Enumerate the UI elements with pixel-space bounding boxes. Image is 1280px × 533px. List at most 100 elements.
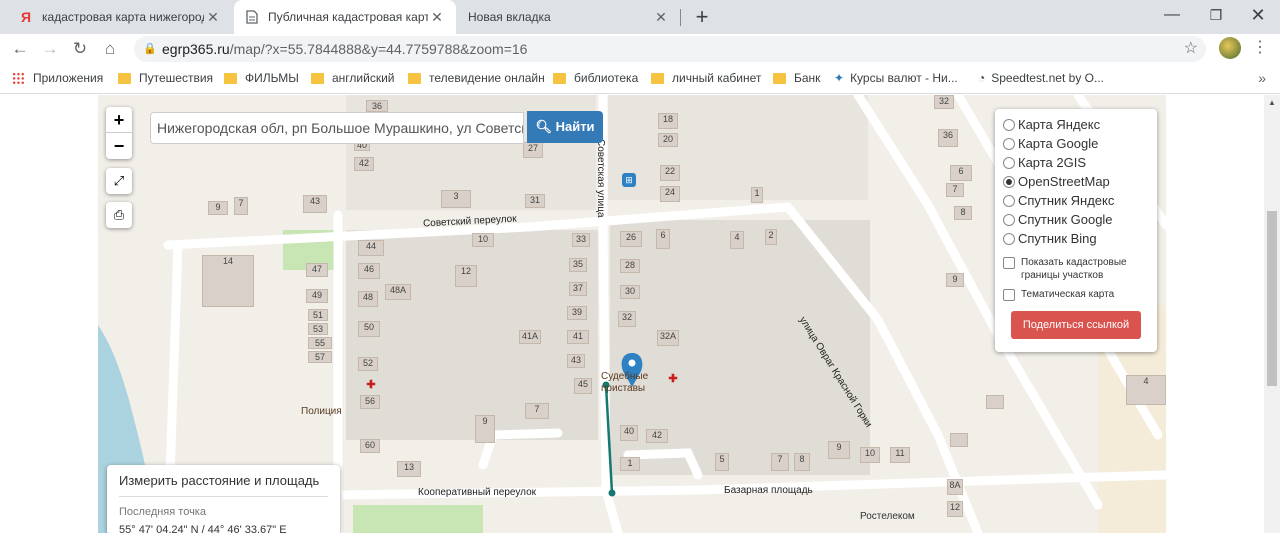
bookmark-library[interactable]: библиотека (553, 71, 638, 85)
zoom-in-button[interactable]: + (106, 107, 132, 133)
scroll-up-icon[interactable]: ▲ (1268, 98, 1276, 107)
building-56: 56 (360, 395, 380, 409)
home-icon[interactable]: ⌂ (98, 37, 122, 61)
tab-yandex-cadastral[interactable]: Я кадастровая карта нижегородс ✕ (8, 0, 232, 34)
layer-google-map[interactable]: Карта Google (1003, 134, 1149, 153)
reload-icon[interactable]: ↻ (68, 37, 92, 61)
street-sovetskaya: Советская улица (595, 139, 606, 218)
scroll-thumb[interactable] (1267, 211, 1277, 386)
building-45: 45 (574, 378, 592, 394)
apps-grid-icon (12, 71, 25, 85)
bookmark-bank[interactable]: Банк (773, 71, 820, 85)
building-20c: 4 (1126, 375, 1166, 405)
building-7b: 7 (525, 403, 549, 419)
map-canvas[interactable]: 36 40 42 43 44 46 47 48А 48 49 50 51 53 … (98, 95, 1166, 533)
new-tab-button[interactable]: + (688, 4, 716, 30)
building-26: 26 (620, 231, 642, 247)
close-icon[interactable]: ✕ (428, 9, 446, 26)
bookmark-english[interactable]: английский (311, 71, 394, 85)
url-field[interactable]: 🔒 egrp365.ru/map/?x=55.7844888&y=44.7759… (134, 36, 1206, 62)
building-32: 32 (618, 311, 636, 327)
building-5: 5 (715, 453, 729, 471)
bookmark-apps[interactable]: Приложения (12, 71, 103, 85)
show-borders-option[interactable]: Показать кадастровые границы участков (1003, 256, 1149, 282)
building-7c: 7 (771, 453, 789, 471)
radio[interactable] (1003, 156, 1015, 169)
zoom-out-button[interactable]: − (106, 133, 132, 159)
measure-title[interactable]: Измерить расстояние и площадь (119, 473, 328, 497)
profile-avatar[interactable] (1219, 37, 1241, 59)
find-button[interactable]: 🔍︎ Найти (527, 111, 603, 143)
folder-icon (118, 72, 131, 84)
building-11c: 11 (890, 447, 910, 463)
bookmark-currency[interactable]: ✦ Курсы валют - Ни... (834, 71, 958, 85)
building-35: 35 (569, 258, 587, 272)
tab-title: кадастровая карта нижегородс (42, 10, 204, 24)
bookmark-label: английский (332, 71, 395, 85)
building-1a: 1 (751, 187, 763, 203)
bookmark-films[interactable]: ФИЛЬМЫ (224, 71, 299, 85)
bookmarks-more-button[interactable]: » (1258, 70, 1266, 86)
radio-selected[interactable] (1003, 175, 1015, 188)
layer-yandex-sat[interactable]: Спутник Яндекс (1003, 191, 1149, 210)
forward-icon[interactable]: → (38, 37, 62, 61)
print-icon[interactable]: ⎙ (106, 202, 132, 228)
menu-icon[interactable]: ⋮ (1252, 37, 1268, 57)
minimize-icon[interactable]: — (1150, 0, 1194, 30)
thematic-map-option[interactable]: Тематическая карта (1003, 288, 1149, 301)
close-icon[interactable]: ✕ (204, 9, 222, 26)
building-51: 51 (308, 309, 328, 321)
address-search-input[interactable]: Нижегородская обл, рп Большое Мурашкино,… (150, 112, 524, 144)
bookmark-tv[interactable]: телевидение онлайн (408, 71, 545, 85)
layer-yandex-map[interactable]: Карта Яндекс (1003, 115, 1149, 134)
layer-osm[interactable]: OpenStreetMap (1003, 172, 1149, 191)
currency-icon: ✦ (834, 71, 845, 85)
bookmark-label: Курсы валют - Ни... (850, 71, 958, 85)
radio[interactable] (1003, 194, 1015, 207)
building-47: 47 (306, 263, 328, 277)
radio[interactable] (1003, 213, 1015, 226)
building-41: 41 (567, 330, 589, 344)
last-point-label: Последняя точка (119, 506, 206, 518)
checkbox[interactable] (1003, 257, 1015, 269)
building-33: 33 (572, 233, 590, 247)
page-viewport: 36 40 42 43 44 46 47 48А 48 49 50 51 53 … (0, 95, 1280, 533)
url-domain: egrp365.ru (162, 41, 230, 57)
radio[interactable] (1003, 118, 1015, 131)
back-icon[interactable]: ← (8, 37, 32, 61)
star-icon[interactable]: ☆ (1184, 36, 1198, 62)
radio[interactable] (1003, 137, 1015, 150)
folder-icon (311, 72, 324, 84)
bookmark-label: Приложения (33, 71, 104, 85)
restore-icon[interactable]: ❐ (1194, 0, 1238, 30)
bookmark-label: Банк (794, 71, 821, 85)
building-9b: 9 (475, 415, 495, 443)
tab-new[interactable]: Новая вкладка ✕ (458, 0, 680, 34)
radio[interactable] (1003, 232, 1015, 245)
building-39: 39 (567, 306, 587, 320)
building-28: 28 (620, 259, 640, 273)
building-4: 4 (730, 231, 744, 249)
layer-label: Карта Google (1018, 136, 1099, 151)
building-18: 18 (658, 113, 678, 129)
bookmark-travel[interactable]: Путешествия (118, 71, 213, 85)
layer-2gis-map[interactable]: Карта 2GIS (1003, 153, 1149, 172)
tab-public-cadastral[interactable]: Публичная кадастровая карта Н ✕ (234, 0, 456, 34)
building-12a: 12 (455, 265, 477, 287)
building-46: 46 (358, 263, 380, 279)
share-link-button[interactable]: Поделиться ссылкой (1011, 311, 1141, 339)
building-9c: 9 (828, 441, 850, 459)
building-24c: 32 (934, 95, 954, 109)
fullscreen-icon[interactable]: ⤢ (106, 168, 132, 194)
close-window-icon[interactable]: ✕ (1236, 0, 1280, 30)
tab-title: Новая вкладка (468, 10, 551, 24)
checkbox[interactable] (1003, 289, 1015, 301)
bookmark-speedtest[interactable]: ◔ Speedtest.net by O... (978, 71, 1104, 85)
layer-label: Спутник Google (1018, 212, 1113, 227)
layer-google-sat[interactable]: Спутник Google (1003, 210, 1149, 229)
close-icon[interactable]: ✕ (652, 9, 670, 26)
bookmark-cabinet[interactable]: личный кабинет (651, 71, 761, 85)
page-scrollbar[interactable]: ▲ (1264, 95, 1280, 533)
building-4c: 12 (947, 501, 963, 517)
layer-bing-sat[interactable]: Спутник Bing (1003, 229, 1149, 248)
